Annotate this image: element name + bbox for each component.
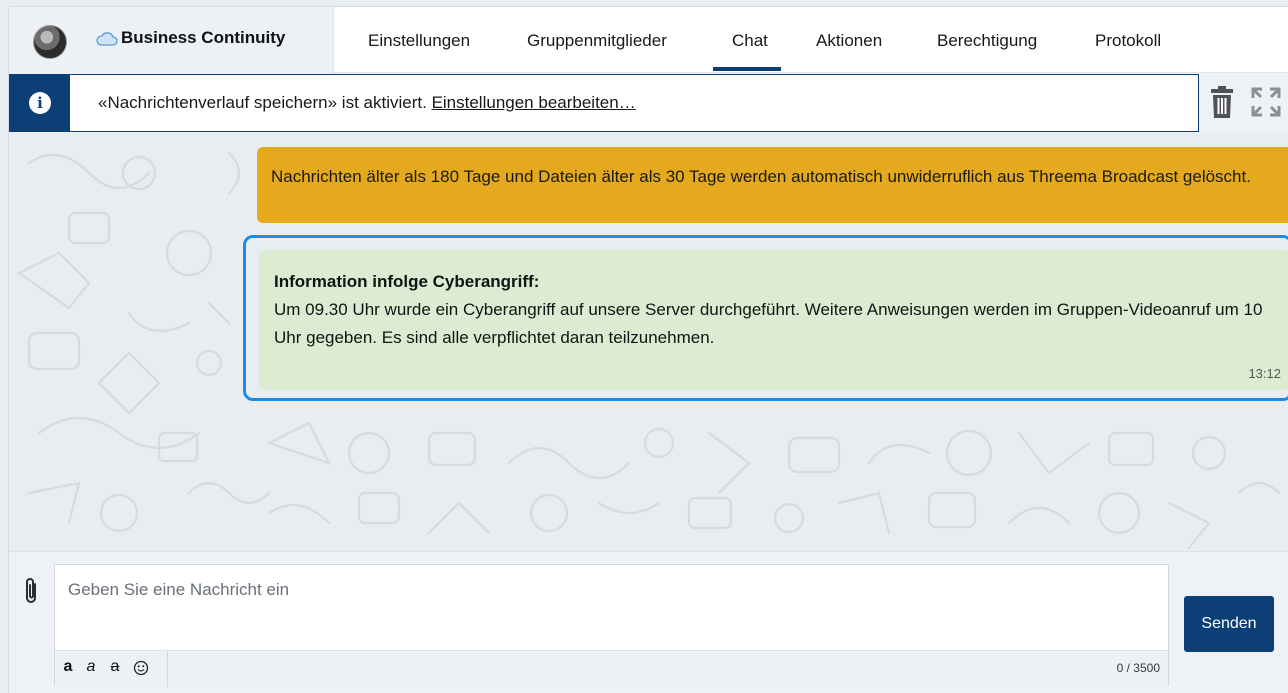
chat-area[interactable]: Nachrichten älter als 180 Tage und Datei… bbox=[9, 133, 1288, 551]
tab-einstellungen[interactable]: Einstellungen bbox=[368, 31, 470, 51]
avatar bbox=[33, 25, 67, 59]
system-message: Nachrichten älter als 180 Tage und Datei… bbox=[257, 147, 1288, 223]
expand-icon[interactable] bbox=[1251, 87, 1281, 117]
send-button[interactable]: Senden bbox=[1184, 596, 1274, 652]
edit-settings-link[interactable]: Einstellungen bearbeiten… bbox=[432, 93, 636, 112]
toolbar-divider bbox=[167, 651, 168, 687]
message-input-placeholder: Geben Sie eine Nachricht ein bbox=[68, 580, 290, 599]
strikethrough-button[interactable]: a bbox=[106, 658, 124, 678]
info-bar: i «Nachrichtenverlauf speichern» ist akt… bbox=[9, 74, 1199, 132]
composer: Geben Sie eine Nachricht ein a a a 0 / 3… bbox=[9, 551, 1288, 693]
paperclip-icon[interactable] bbox=[23, 576, 41, 606]
trash-icon[interactable] bbox=[1210, 85, 1234, 119]
info-text: «Nachrichtenverlauf speichern» ist aktiv… bbox=[98, 93, 636, 113]
format-toolbar: a a a 0 / 3500 bbox=[55, 650, 1168, 687]
group-name: Business Continuity bbox=[121, 28, 286, 47]
char-counter: 0 / 3500 bbox=[1116, 661, 1160, 675]
emoji-icon[interactable] bbox=[133, 660, 149, 676]
active-tab-indicator bbox=[713, 67, 781, 71]
selected-message-outline[interactable]: Information infolge Cyberangriff: Um 09.… bbox=[243, 235, 1288, 401]
message-input[interactable]: Geben Sie eine Nachricht ein a a a 0 / 3… bbox=[54, 564, 1169, 687]
header: Business Continuity Einstellungen Gruppe… bbox=[9, 7, 1288, 73]
message-title: Information infolge Cyberangriff: bbox=[274, 272, 540, 291]
tab-berechtigung[interactable]: Berechtigung bbox=[937, 31, 1037, 51]
message-body: Um 09.30 Uhr wurde ein Cyberangriff auf … bbox=[274, 300, 1263, 347]
info-message: «Nachrichtenverlauf speichern» ist aktiv… bbox=[98, 93, 427, 112]
message-bubble[interactable]: Information infolge Cyberangriff: Um 09.… bbox=[259, 250, 1288, 390]
italic-button[interactable]: a bbox=[82, 658, 100, 678]
tab-gruppenmitglieder[interactable]: Gruppenmitglieder bbox=[527, 31, 667, 51]
tab-chat[interactable]: Chat bbox=[732, 31, 768, 51]
message-timestamp: 13:12 bbox=[1248, 366, 1281, 381]
group-title-cell[interactable]: Business Continuity bbox=[9, 7, 334, 73]
tab-aktionen[interactable]: Aktionen bbox=[816, 31, 882, 51]
cloud-icon bbox=[96, 32, 118, 46]
app-window: Business Continuity Einstellungen Gruppe… bbox=[8, 6, 1288, 693]
info-icon: i bbox=[10, 75, 70, 131]
bold-button[interactable]: a bbox=[59, 658, 77, 678]
tab-protokoll[interactable]: Protokoll bbox=[1095, 31, 1161, 51]
system-message-text: Nachrichten älter als 180 Tage und Datei… bbox=[271, 167, 1251, 186]
